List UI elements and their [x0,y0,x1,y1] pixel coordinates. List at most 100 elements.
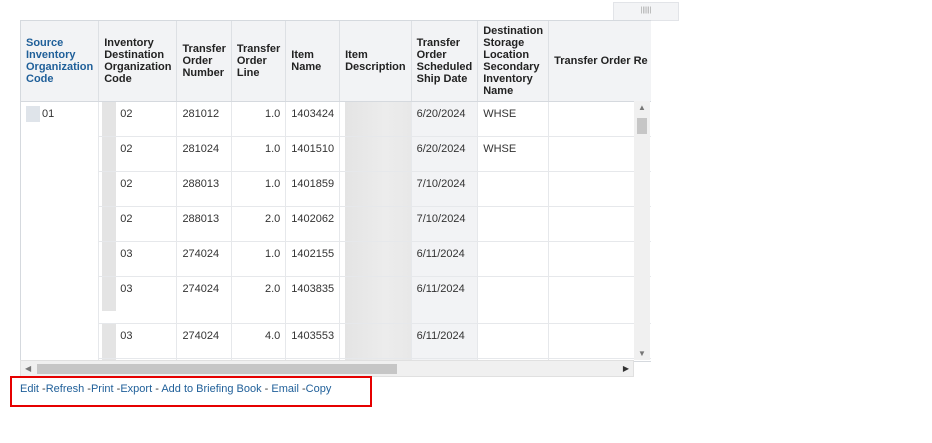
column-header[interactable]: Transfer Order Scheduled Ship Date [411,21,479,102]
dest-org-cell: 02 [98,136,178,172]
source-org-cell: 01 [21,101,100,137]
source-org-cell [21,136,100,172]
resize-handle[interactable]: |||||| [613,2,679,21]
source-org-cell [21,323,100,359]
source-org-cell [21,276,100,324]
item-description-cell [339,323,412,359]
dest-org-cell: 02 [98,171,178,207]
horizontal-scrollbar[interactable]: ◀ ▶ [20,360,634,377]
item-description-cell [339,206,412,242]
order-line-cell: 1.0 [231,241,287,277]
item-description-cell [339,136,412,172]
item-description-cell [339,241,412,277]
header-row: Source Inventory Organization Code Inven… [21,21,651,102]
redacted-block [102,277,117,311]
item-description-cell [339,171,412,207]
table-row: 03 274024 2.0 1403835 6/11/2024 [21,276,651,324]
source-org-cell [21,171,100,207]
item-name-cell: 1402062 [285,206,341,242]
print-link[interactable]: Print [91,383,114,395]
table-row: 02 288013 2.0 1402062 7/10/2024 [21,206,651,242]
vertical-scroll-thumb[interactable] [637,118,647,134]
scroll-left-icon[interactable]: ◀ [25,364,31,373]
order-number-cell: 274024 [176,276,232,324]
order-line-cell: 1.0 [231,136,287,172]
redacted-block [345,277,411,323]
edit-link[interactable]: Edit [20,383,39,395]
storage-location-cell: WHSE [477,101,550,137]
redacted-block [102,172,117,206]
order-number-cell: 274024 [176,241,232,277]
order-number-cell: 288013 [176,171,232,207]
redacted-block [102,137,117,171]
email-link[interactable]: Email [271,383,299,395]
table-row: 02 281024 1.0 1401510 6/20/2024 WHSE [21,136,651,172]
item-description-cell [339,276,412,324]
redacted-block [345,172,411,206]
source-org-cell [21,241,100,277]
order-line-cell: 2.0 [231,276,287,324]
redacted-block [345,324,411,358]
redacted-block [345,242,411,276]
ship-date-cell: 6/11/2024 [411,323,479,359]
report-links: Edit -Refresh -Print -Export - Add to Br… [20,383,332,395]
horizontal-scroll-thumb[interactable] [37,364,397,374]
order-number-cell: 274024 [176,323,232,359]
order-number-cell: 281012 [176,101,232,137]
scroll-up-icon[interactable]: ▲ [638,103,646,112]
source-org-cell [21,206,100,242]
redacted-block [102,324,117,358]
column-header[interactable]: Transfer Order Number [176,21,232,102]
refresh-link[interactable]: Refresh [46,383,85,395]
item-name-cell: 1401510 [285,136,341,172]
ship-date-cell: 6/20/2024 [411,101,479,137]
report-table: Source Inventory Organization Code Inven… [20,20,651,362]
redacted-block [102,102,117,136]
column-header[interactable]: Transfer Order Re Qu [548,21,651,102]
ship-date-cell: 6/11/2024 [411,276,479,324]
item-name-cell: 1403424 [285,101,341,137]
order-line-cell: 4.0 [231,323,287,359]
export-link[interactable]: Export [120,383,152,395]
copy-link[interactable]: Copy [306,383,332,395]
vertical-scrollbar[interactable]: ▲ ▼ [634,101,650,360]
column-header[interactable]: Item Description [339,21,412,102]
redacted-block [102,242,117,276]
order-line-cell: 1.0 [231,101,287,137]
dest-org-cell: 02 [98,206,178,242]
order-number-cell: 288013 [176,206,232,242]
storage-location-cell [477,276,550,324]
table-row: 03 274024 1.0 1402155 6/11/2024 [21,241,651,277]
table-row: 03 274024 4.0 1403553 6/11/2024 [21,323,651,359]
ship-date-cell: 7/10/2024 [411,206,479,242]
add-to-briefing-book-link[interactable]: Add to Briefing Book [161,383,261,395]
storage-location-cell [477,241,550,277]
storage-location-cell [477,206,550,242]
table-row: 01 02 281012 1.0 1403424 6/20/2024 WHSE [21,101,651,137]
column-header[interactable]: Destination Storage Location Secondary I… [477,21,550,102]
column-header[interactable]: Transfer Order Line [231,21,287,102]
storage-location-cell: WHSE [477,136,550,172]
column-header[interactable]: Item Name [285,21,341,102]
scroll-right-icon[interactable]: ▶ [623,364,629,373]
redacted-block [102,207,117,241]
column-header[interactable]: Source Inventory Organization Code [21,21,100,102]
item-name-cell: 1403553 [285,323,341,359]
order-line-cell: 1.0 [231,171,287,207]
storage-location-cell [477,171,550,207]
dest-org-cell: 03 [98,323,178,359]
storage-location-cell [477,323,550,359]
redacted-block [345,102,411,136]
redacted-block [345,137,411,171]
dest-org-cell: 03 [98,276,178,324]
redacted-block [26,106,40,122]
item-name-cell: 1403835 [285,276,341,324]
redacted-block [345,207,411,241]
scroll-down-icon[interactable]: ▼ [638,349,646,358]
ship-date-cell: 7/10/2024 [411,171,479,207]
dest-org-cell: 03 [98,241,178,277]
column-header[interactable]: Inventory Destination Organization Code [98,21,178,102]
dest-org-cell: 02 [98,101,178,137]
order-number-cell: 281024 [176,136,232,172]
table-row: 02 288013 1.0 1401859 7/10/2024 [21,171,651,207]
